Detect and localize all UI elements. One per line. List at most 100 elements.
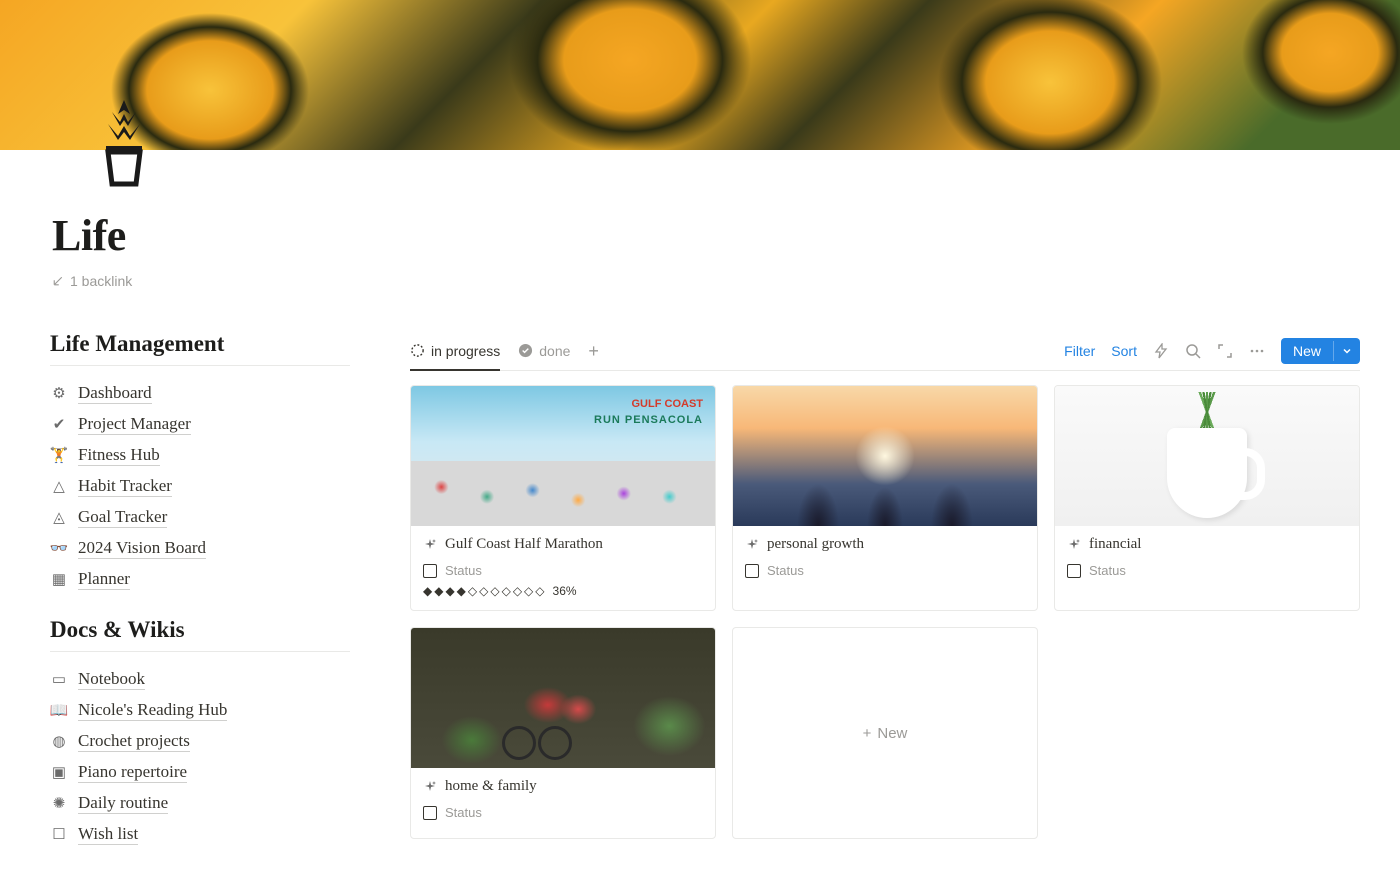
tab-label: in progress [431,343,500,359]
section-title: Life Management [50,331,350,357]
nav-item-habit-tracker[interactable]: △ Habit Tracker [50,471,350,502]
new-button-label: New [1281,338,1333,364]
backlink-count: 1 backlink [70,273,132,289]
nav-label: Goal Tracker [78,507,167,528]
dumbbell-icon: 🏋 [50,447,68,465]
sparkle-icon [1067,538,1081,552]
progress-percent: 36% [553,584,577,598]
card-financial[interactable]: financial Status [1054,385,1360,611]
nav-item-reading-hub[interactable]: 📖 Nicole's Reading Hub [50,695,350,726]
check-badge-icon [518,343,533,358]
nav-label: Piano repertoire [78,762,187,783]
list-icon: ☐ [50,826,68,844]
nav-label: Habit Tracker [78,476,172,497]
status-checkbox[interactable] [423,806,437,820]
new-button[interactable]: New [1281,338,1360,364]
target-icon: ◬ [50,509,68,527]
yarn-icon: ◍ [50,733,68,751]
database-header: in progress done + Filter Sort [410,331,1360,371]
check-circle-icon: ✔ [50,416,68,434]
cards-grid: Gulf Coast Half Marathon Status ◆◆◆◆◇◇◇◇… [410,385,1360,839]
page-title[interactable]: Life [52,210,1350,261]
nav-item-wish-list[interactable]: ☐ Wish list [50,819,350,850]
section-divider [50,365,350,366]
status-label: Status [445,805,482,820]
status-checkbox[interactable] [1067,564,1081,578]
main-content: in progress done + Filter Sort [410,331,1360,850]
status-label: Status [1089,563,1126,578]
nav-item-notebook[interactable]: ▭ Notebook [50,664,350,695]
nav-item-piano[interactable]: ▣ Piano repertoire [50,757,350,788]
section-title: Docs & Wikis [50,617,350,643]
add-view-button[interactable]: + [588,342,599,360]
glasses-icon: 👓 [50,540,68,558]
nav-label: 2024 Vision Board [78,538,206,559]
sidebar-section-docs-wikis: Docs & Wikis ▭ Notebook 📖 Nicole's Readi… [50,617,350,850]
section-divider [50,651,350,652]
automation-button[interactable] [1153,343,1169,359]
card-title: home & family [445,778,537,795]
backlink-row[interactable]: 1 backlink [52,273,1350,289]
dashed-circle-icon [410,343,425,358]
card-home-family[interactable]: home & family Status [410,627,716,839]
nav-label: Crochet projects [78,731,190,752]
nav-label: Project Manager [78,414,191,435]
tab-done[interactable]: done [518,331,570,370]
nav-item-goal-tracker[interactable]: ◬ Goal Tracker [50,502,350,533]
filter-button[interactable]: Filter [1064,343,1095,359]
nav-item-planner[interactable]: ▦ Planner [50,564,350,595]
card-cover [411,386,715,526]
new-button-dropdown[interactable] [1333,341,1360,361]
card-title: personal growth [767,536,864,553]
expand-button[interactable] [1217,343,1233,359]
card-title: Gulf Coast Half Marathon [445,536,603,553]
nav-item-fitness-hub[interactable]: 🏋 Fitness Hub [50,440,350,471]
card-title: financial [1089,536,1141,553]
backlink-arrow-icon [52,275,64,287]
status-checkbox[interactable] [423,564,437,578]
lightning-icon [1153,343,1169,359]
page-icon[interactable] [88,94,160,190]
nav-item-project-manager[interactable]: ✔ Project Manager [50,409,350,440]
triangle-icon: △ [50,478,68,496]
card-personal-growth[interactable]: personal growth Status [732,385,1038,611]
search-button[interactable] [1185,343,1201,359]
chevron-down-icon [1342,346,1352,356]
status-label: Status [767,563,804,578]
book-icon: 📖 [50,702,68,720]
card-cover [733,386,1037,526]
plant-pot-icon [88,94,160,190]
card-gulf-coast[interactable]: Gulf Coast Half Marathon Status ◆◆◆◆◇◇◇◇… [410,385,716,611]
nav-item-daily-routine[interactable]: ✺ Daily routine [50,788,350,819]
sort-button[interactable]: Sort [1111,343,1137,359]
sidebar: Life Management ⚙ Dashboard ✔ Project Ma… [50,331,350,850]
nav-item-dashboard[interactable]: ⚙ Dashboard [50,378,350,409]
card-cover [1055,386,1359,526]
nav-item-vision-board[interactable]: 👓 2024 Vision Board [50,533,350,564]
nav-label: Dashboard [78,383,152,404]
gear-icon: ⚙ [50,385,68,403]
piano-icon: ▣ [50,764,68,782]
tab-in-progress[interactable]: in progress [410,331,500,370]
nav-label: Fitness Hub [78,445,160,466]
plus-icon: + [863,725,872,742]
sidebar-section-life-management: Life Management ⚙ Dashboard ✔ Project Ma… [50,331,350,595]
nav-label: Notebook [78,669,145,690]
nav-label: Wish list [78,824,138,845]
search-icon [1185,343,1201,359]
nav-label: Planner [78,569,130,590]
sparkle-icon [745,538,759,552]
notebook-icon: ▭ [50,671,68,689]
dots-icon [1249,343,1265,359]
new-card-button[interactable]: + New [732,627,1038,839]
progress-bar: ◆◆◆◆◇◇◇◇◇◇◇ [423,584,547,598]
sparkle-icon [423,780,437,794]
nav-label: Daily routine [78,793,168,814]
expand-icon [1217,343,1233,359]
new-card-label: New [877,725,907,742]
status-checkbox[interactable] [745,564,759,578]
nav-item-crochet[interactable]: ◍ Crochet projects [50,726,350,757]
status-label: Status [445,563,482,578]
more-button[interactable] [1249,343,1265,359]
cover-image [0,0,1400,150]
